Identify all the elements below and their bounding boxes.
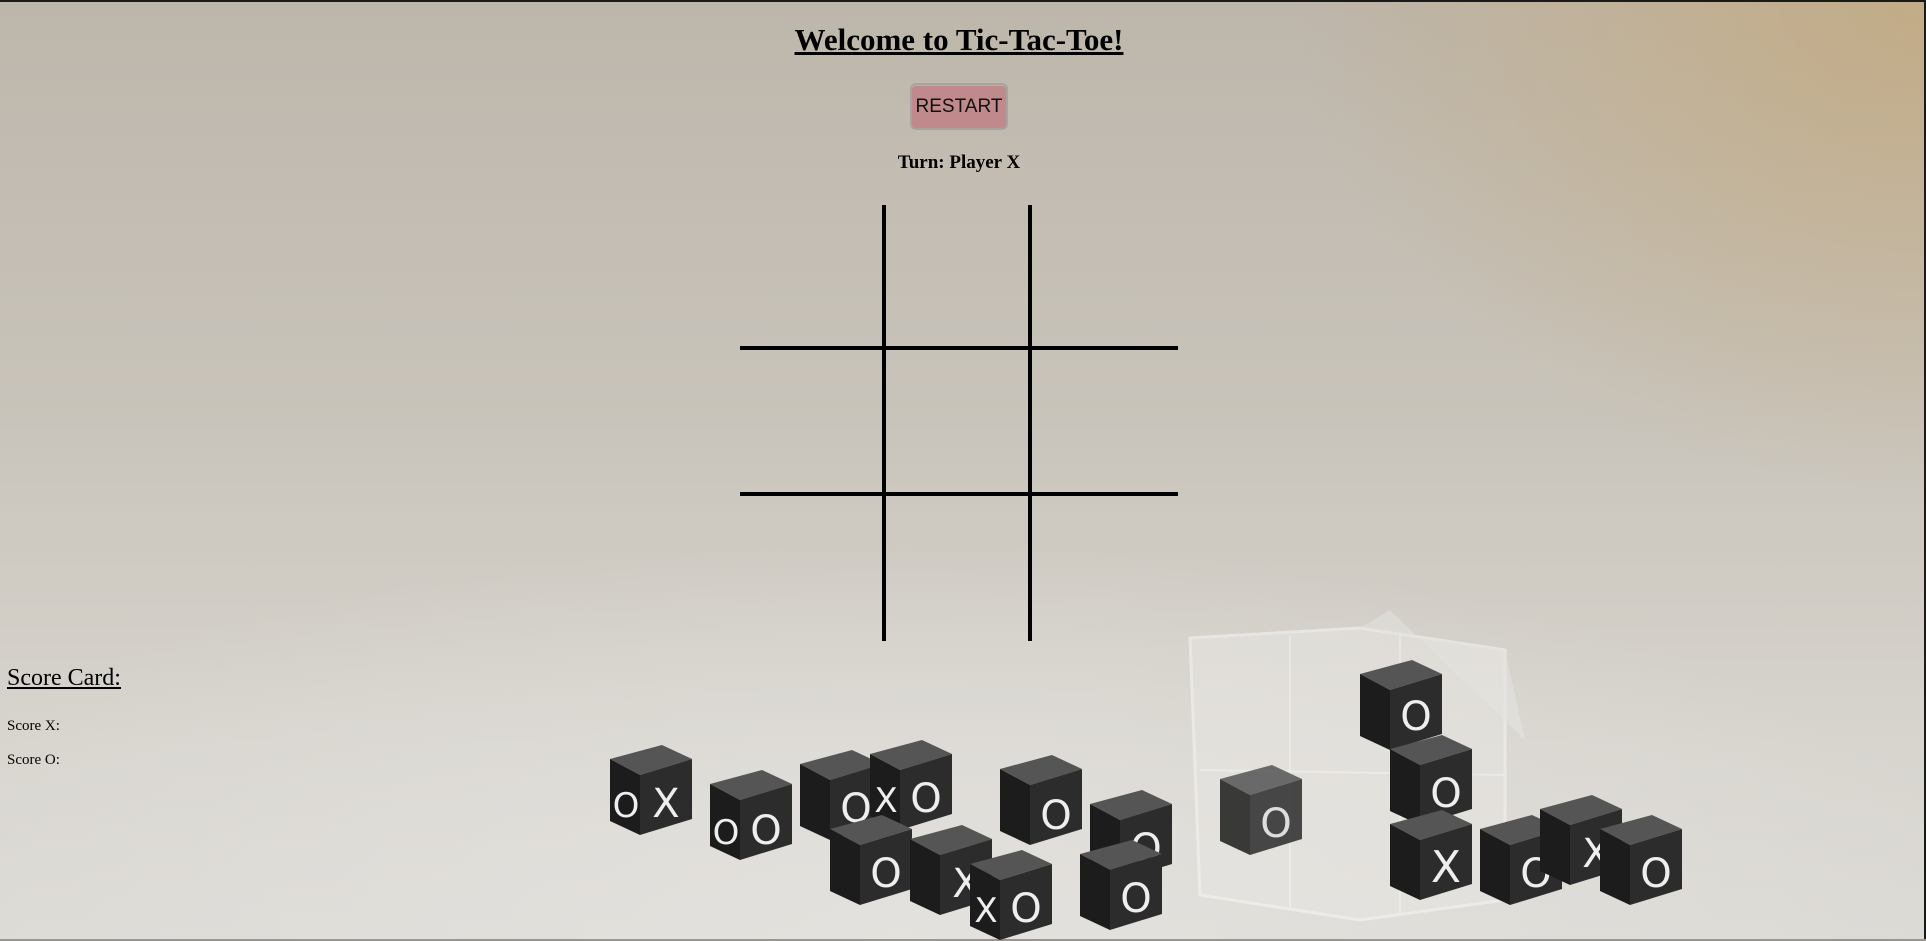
- decorative-dice-image: O O X O XO OO O OX O O O X OX O O X O: [610, 610, 1682, 940]
- svg-text:O: O: [1400, 694, 1431, 740]
- svg-text:O: O: [1640, 851, 1671, 897]
- svg-text:X: X: [974, 891, 997, 931]
- svg-text:O: O: [870, 851, 901, 897]
- scorecard-title: Score Card:: [7, 665, 121, 691]
- board-cell-5[interactable]: [886, 350, 1032, 496]
- svg-text:O: O: [613, 786, 640, 826]
- board-cell-3[interactable]: [1032, 205, 1178, 350]
- game-board: [740, 205, 1178, 641]
- svg-text:O: O: [1430, 771, 1461, 817]
- board-cell-1[interactable]: [740, 205, 886, 350]
- acrylic-box: [1188, 610, 1525, 922]
- svg-text:O: O: [1260, 801, 1291, 847]
- score-x: Score X:: [7, 718, 60, 735]
- score-o-label: Score O:: [7, 752, 60, 768]
- svg-text:O: O: [750, 808, 781, 854]
- score-x-label: Score X:: [7, 718, 60, 734]
- svg-text:O: O: [1010, 886, 1041, 932]
- score-o: Score O:: [7, 752, 60, 769]
- board-cell-4[interactable]: [740, 350, 886, 496]
- svg-text:O: O: [713, 813, 740, 853]
- svg-text:X: X: [1431, 842, 1461, 893]
- svg-text:O: O: [1120, 876, 1151, 922]
- turn-indicator: Turn: Player X: [897, 152, 1021, 173]
- svg-text:O: O: [910, 776, 941, 822]
- board-cell-2[interactable]: [886, 205, 1032, 350]
- svg-text:X: X: [874, 781, 897, 821]
- page-title: Welcome to Tic-Tac-Toe!: [794, 22, 1124, 57]
- svg-text:O: O: [1040, 793, 1071, 839]
- window-top-border: [0, 0, 1926, 2]
- svg-text:X: X: [652, 781, 679, 827]
- restart-button[interactable]: RESTART: [910, 83, 1008, 130]
- board-cell-6[interactable]: [1032, 350, 1178, 496]
